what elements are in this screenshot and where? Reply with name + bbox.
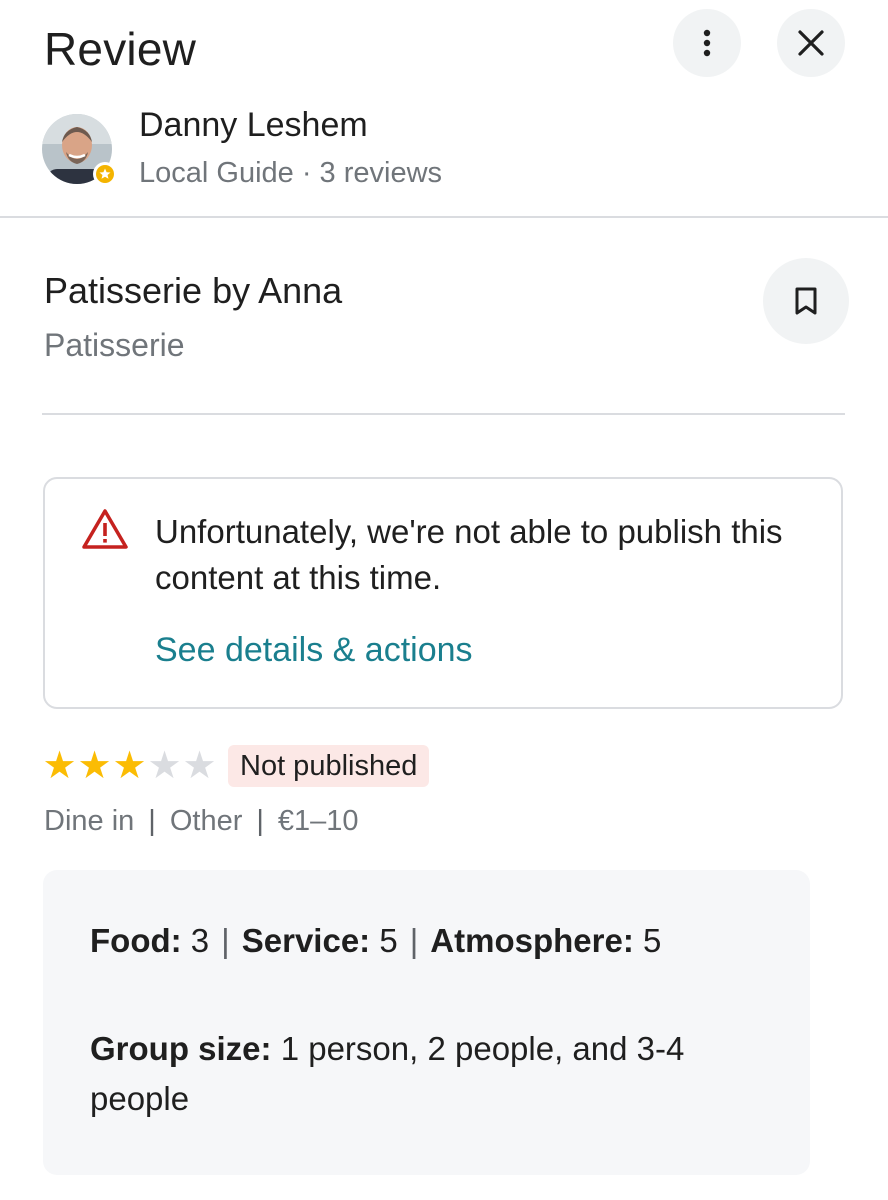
save-place-button[interactable] — [763, 258, 849, 344]
review-details-panel: Food: 3 | Service: 5 | Atmosphere: 5 Group s… — [43, 870, 810, 1175]
warning-triangle-icon — [82, 509, 128, 549]
star-empty-icon: ★ — [182, 745, 217, 787]
ratings-separator: | — [409, 922, 419, 959]
star-empty-icon: ★ — [147, 745, 182, 787]
reviewer-name[interactable]: Danny Leshem — [139, 106, 368, 145]
service-label: Service: — [241, 922, 371, 959]
food-label: Food: — [90, 922, 182, 959]
meal-type: Other — [169, 805, 243, 837]
visit-type: Dine in — [44, 805, 135, 837]
visit-info: Dine in | Other | €1–10 — [44, 805, 359, 838]
see-details-link[interactable]: See details & actions — [155, 631, 473, 670]
aspect-ratings: Food: 3 | Service: 5 | Atmosphere: 5 — [90, 922, 661, 960]
reviewer-avatar[interactable] — [42, 114, 117, 186]
star-filled-icon: ★ — [112, 745, 147, 787]
atmosphere-value: 5 — [642, 922, 662, 959]
star-filled-icon: ★ — [77, 745, 112, 787]
publish-warning-card: Unfortunately, we're not able to publish… — [43, 477, 843, 709]
visit-separator: | — [256, 805, 264, 837]
visit-separator: | — [148, 805, 156, 837]
reviewer-meta: Local Guide · 3 reviews — [139, 157, 443, 189]
star-filled-icon: ★ — [42, 745, 77, 787]
close-button[interactable] — [777, 9, 845, 77]
warning-message: Unfortunately, we're not able to publish… — [155, 513, 783, 596]
close-icon — [798, 30, 824, 56]
ratings-separator: | — [221, 922, 230, 959]
group-size: Group size: 1 person, 2 people, and 3-4 … — [90, 1024, 770, 1124]
star-rating: ★ ★ ★ ★ ★ — [42, 746, 217, 786]
page-title: Review — [44, 23, 197, 75]
atmosphere-label: Atmosphere: — [430, 922, 634, 959]
status-badge: Not published — [228, 745, 430, 787]
price-range: €1–10 — [277, 805, 359, 837]
local-guide-badge — [93, 162, 117, 186]
place-name[interactable]: Patisserie by Anna — [44, 270, 342, 312]
more-options-button[interactable] — [673, 9, 741, 77]
group-size-label: Group size: — [90, 1030, 272, 1067]
service-value: 5 — [379, 922, 398, 959]
food-value: 3 — [190, 922, 210, 959]
more-vert-icon — [703, 29, 711, 57]
place-divider — [42, 413, 845, 415]
place-category: Patisserie — [44, 327, 185, 363]
star-badge-icon — [96, 165, 114, 183]
bookmark-icon — [795, 287, 817, 315]
header-divider — [0, 216, 888, 218]
